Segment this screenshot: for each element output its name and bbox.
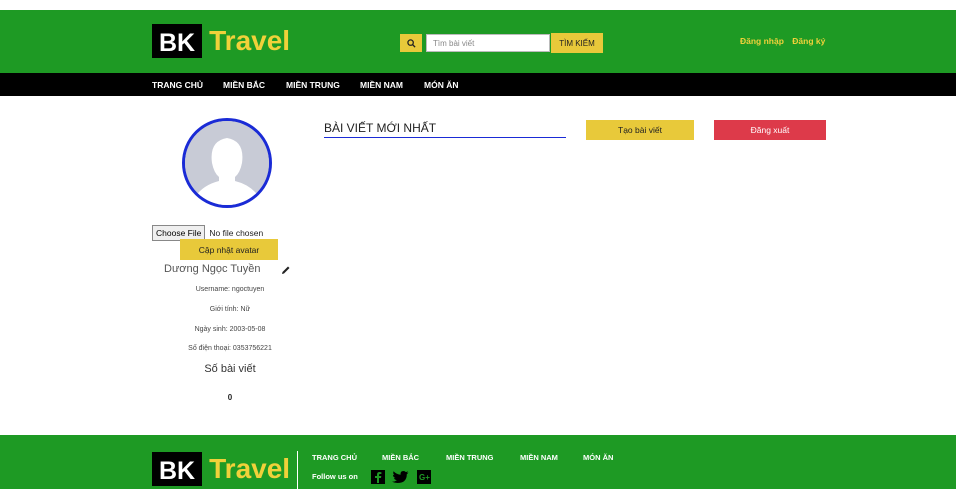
- nav-item-home[interactable]: TRANG CHỦ: [152, 80, 203, 90]
- site-footer: BK Travel TRANG CHỦ MIỀN BẮC MIỀN TRUNG …: [0, 435, 956, 489]
- twitter-icon[interactable]: [391, 470, 409, 484]
- footer-nav-central[interactable]: MIỀN TRUNG: [446, 453, 494, 462]
- posts-count-value: 0: [227, 393, 233, 402]
- update-avatar-button[interactable]: Cập nhật avatar: [180, 239, 278, 260]
- footer-logo-travel: Travel: [209, 453, 291, 484]
- site-header: BK Travel TÌM KIẾM Đăng nhập Đăng ký: [0, 10, 956, 73]
- edit-pencil-icon[interactable]: [281, 262, 291, 280]
- profile-gender: Giới tính: Nữ: [209, 306, 251, 313]
- posts-count-label: Số bài viết: [204, 363, 256, 375]
- nav-item-south[interactable]: MIỀN NAM: [360, 80, 403, 90]
- login-link[interactable]: Đăng nhập: [740, 36, 784, 46]
- latest-posts-title: BÀI VIẾT MỚI NHẤT: [324, 121, 566, 138]
- site-logo[interactable]: BK Travel: [152, 24, 290, 58]
- facebook-icon[interactable]: [371, 470, 385, 484]
- footer-divider: [297, 451, 298, 489]
- create-post-button[interactable]: Tạo bài viết: [586, 120, 694, 140]
- search-submit-button[interactable]: TÌM KIẾM: [551, 33, 603, 53]
- footer-logo-bk: BK: [152, 452, 203, 486]
- nav-item-central[interactable]: MIỀN TRUNG: [286, 80, 340, 90]
- profile-name: Dương Ngọc Tuyền: [164, 263, 261, 275]
- search-icon-button[interactable]: [400, 34, 422, 52]
- logo-bk: BK: [152, 24, 203, 58]
- logout-button[interactable]: Đăng xuất: [714, 120, 826, 140]
- footer-nav-south[interactable]: MIỀN NAM: [520, 453, 558, 462]
- file-status: No file chosen: [209, 228, 264, 238]
- footer-nav-food[interactable]: MÓN ĂN: [583, 453, 613, 462]
- logo-travel: Travel: [209, 25, 291, 56]
- search-bar: TÌM KIẾM: [400, 33, 603, 53]
- profile-birthday: Ngày sinh: 2003-05-08: [194, 326, 266, 333]
- search-input[interactable]: [426, 34, 550, 52]
- register-link[interactable]: Đăng ký: [792, 36, 825, 46]
- footer-logo[interactable]: BK Travel: [152, 452, 290, 486]
- profile-phone: Số điện thoại: 0353756221: [188, 345, 272, 352]
- search-icon: [406, 38, 416, 48]
- follow-us-label: Follow us on: [312, 472, 358, 481]
- svg-text:G+: G+: [419, 473, 430, 482]
- main-navbar: TRANG CHỦ MIỀN BẮC MIỀN TRUNG MIỀN NAM M…: [0, 73, 956, 96]
- avatar: [182, 118, 272, 208]
- profile-username: Username: ngoctuyen: [195, 286, 265, 293]
- user-silhouette-icon: [185, 121, 269, 205]
- google-plus-icon[interactable]: G+: [417, 470, 431, 484]
- auth-links: Đăng nhập Đăng ký: [740, 36, 831, 46]
- footer-nav-home[interactable]: TRANG CHỦ: [312, 453, 357, 462]
- footer-nav-north[interactable]: MIỀN BẮC: [382, 453, 419, 462]
- nav-item-north[interactable]: MIỀN BẮC: [223, 80, 265, 90]
- nav-item-food[interactable]: MÓN ĂN: [424, 80, 458, 90]
